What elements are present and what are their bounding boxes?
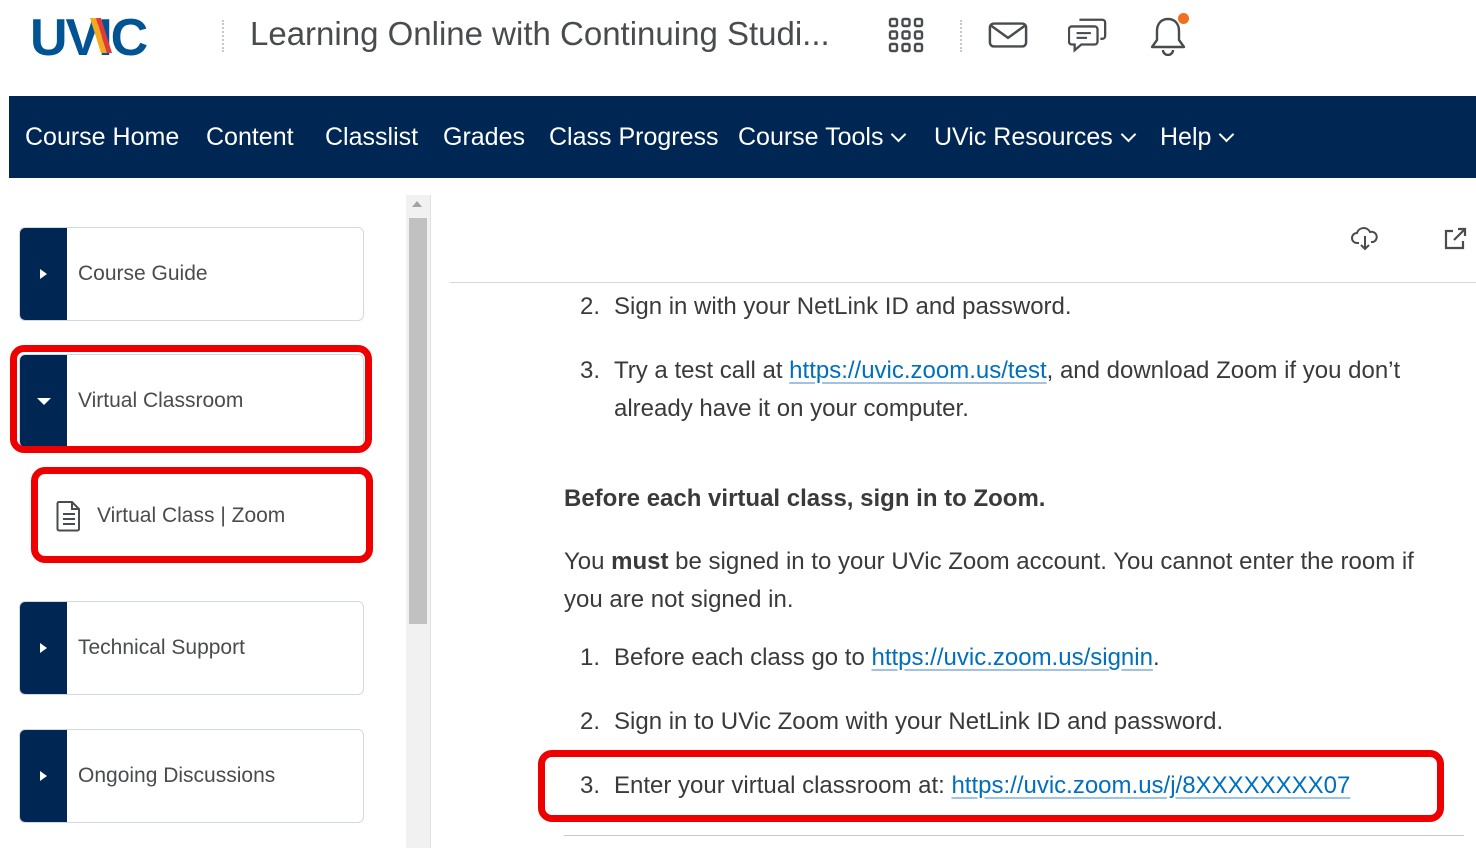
- header-separator: [222, 20, 224, 52]
- list-text: Sign in to UVic Zoom with your NetLink I…: [614, 708, 1224, 735]
- caret-right-icon: [40, 269, 47, 279]
- nav-label: Grades: [443, 122, 525, 151]
- list-item-continued: already have it on your computer.: [614, 395, 969, 422]
- nav-label: Classlist: [325, 122, 419, 151]
- list-text: .: [1152, 644, 1160, 671]
- list-number: 2.: [580, 708, 601, 735]
- nav-course-home[interactable]: Course Home: [25, 96, 179, 178]
- para-strong: must: [611, 548, 669, 575]
- highlight-box-classroom-link: [538, 750, 1444, 822]
- nav-uvic-resources[interactable]: UVic Resources: [934, 96, 1137, 178]
- nav-help[interactable]: Help: [1160, 96, 1235, 178]
- notification-badge: [1178, 13, 1189, 24]
- nav-classlist[interactable]: Classlist: [325, 96, 418, 178]
- grid-icon[interactable]: [886, 14, 926, 56]
- chat-icon[interactable]: [1068, 14, 1108, 56]
- nav-course-tools[interactable]: Course Tools: [738, 96, 907, 178]
- header-separator-2: [960, 20, 962, 52]
- list-item: 2. Sign in to UVic Zoom with your NetLink…: [580, 703, 1223, 741]
- zoom-test-link[interactable]: https://uvic.zoom.us/test: [789, 357, 1046, 384]
- chevron-down-icon: [1219, 126, 1235, 142]
- list-text: , and download Zoom if you don’t: [1046, 357, 1401, 384]
- toc-course-guide[interactable]: Course Guide: [19, 227, 364, 321]
- nav-label: UVic Resources: [934, 122, 1113, 151]
- mail-icon[interactable]: [988, 14, 1028, 56]
- scrollbar-thumb[interactable]: [409, 218, 427, 624]
- highlight-box-virtual-class-zoom: [31, 467, 373, 563]
- chevron-down-icon: [891, 126, 907, 142]
- nav-grades[interactable]: Grades: [443, 96, 525, 178]
- caret-right-icon: [40, 643, 47, 653]
- list-text: Try a test call at: [614, 357, 790, 384]
- list-text: Sign in with your NetLink ID and passwor…: [614, 293, 1072, 320]
- expand-toggle[interactable]: [20, 730, 67, 822]
- nav-label: Help: [1160, 122, 1212, 151]
- list-text: Before each class go to: [614, 644, 872, 671]
- list-item: 2. Sign in with your NetLink ID and passw…: [580, 288, 1072, 326]
- nav-label: Course Tools: [738, 122, 884, 151]
- list-number: 1.: [580, 644, 601, 671]
- section-heading: Before each virtual class, sign in to Zo…: [564, 485, 1046, 512]
- list-number: 2.: [580, 293, 601, 320]
- zoom-signin-link[interactable]: https://uvic.zoom.us/signin: [871, 644, 1152, 671]
- download-icon[interactable]: [1350, 224, 1380, 254]
- expand-toggle[interactable]: [20, 602, 67, 694]
- paragraph: You must be signed in to your UVic Zoom …: [564, 543, 1414, 581]
- paragraph-continued: you are not signed in.: [564, 586, 794, 613]
- para-text: You: [564, 548, 612, 575]
- toc-ongoing-discussions[interactable]: Ongoing Discussions: [19, 729, 364, 823]
- toc-label: Course Guide: [78, 262, 208, 285]
- nav-label: Course Home: [25, 122, 180, 151]
- list-item: 1. Before each class go to https://uvic.z…: [580, 639, 1160, 677]
- toc-label: Technical Support: [78, 636, 245, 659]
- nav-content[interactable]: Content: [206, 96, 294, 178]
- course-title[interactable]: Learning Online with Continuing Studi...: [250, 14, 830, 54]
- caret-right-icon: [40, 771, 47, 781]
- nav-label: Class Progress: [549, 122, 719, 151]
- scroll-up-arrow-icon[interactable]: [412, 201, 422, 207]
- open-external-icon[interactable]: [1440, 224, 1470, 254]
- chevron-down-icon: [1120, 126, 1137, 142]
- para-text: be signed in to your UVic Zoom account. …: [668, 548, 1414, 575]
- toc-technical-support[interactable]: Technical Support: [19, 601, 364, 695]
- logo-text: UVIC: [30, 10, 148, 60]
- nav-label: Content: [206, 122, 294, 151]
- content-bottom-divider: [564, 835, 1464, 836]
- uvic-logo[interactable]: UVIC: [30, 9, 190, 67]
- expand-toggle[interactable]: [20, 228, 67, 320]
- list-item: 3. Try a test call at https://uvic.zoom.u…: [580, 352, 1400, 390]
- nav-class-progress[interactable]: Class Progress: [549, 96, 719, 178]
- toc-label: Ongoing Discussions: [78, 764, 276, 787]
- course-navbar: Course Home Content Classlist Grades Cla…: [9, 96, 1476, 178]
- content-divider: [450, 282, 1476, 283]
- highlight-box-virtual-classroom: [10, 345, 372, 453]
- list-number: 3.: [580, 357, 601, 384]
